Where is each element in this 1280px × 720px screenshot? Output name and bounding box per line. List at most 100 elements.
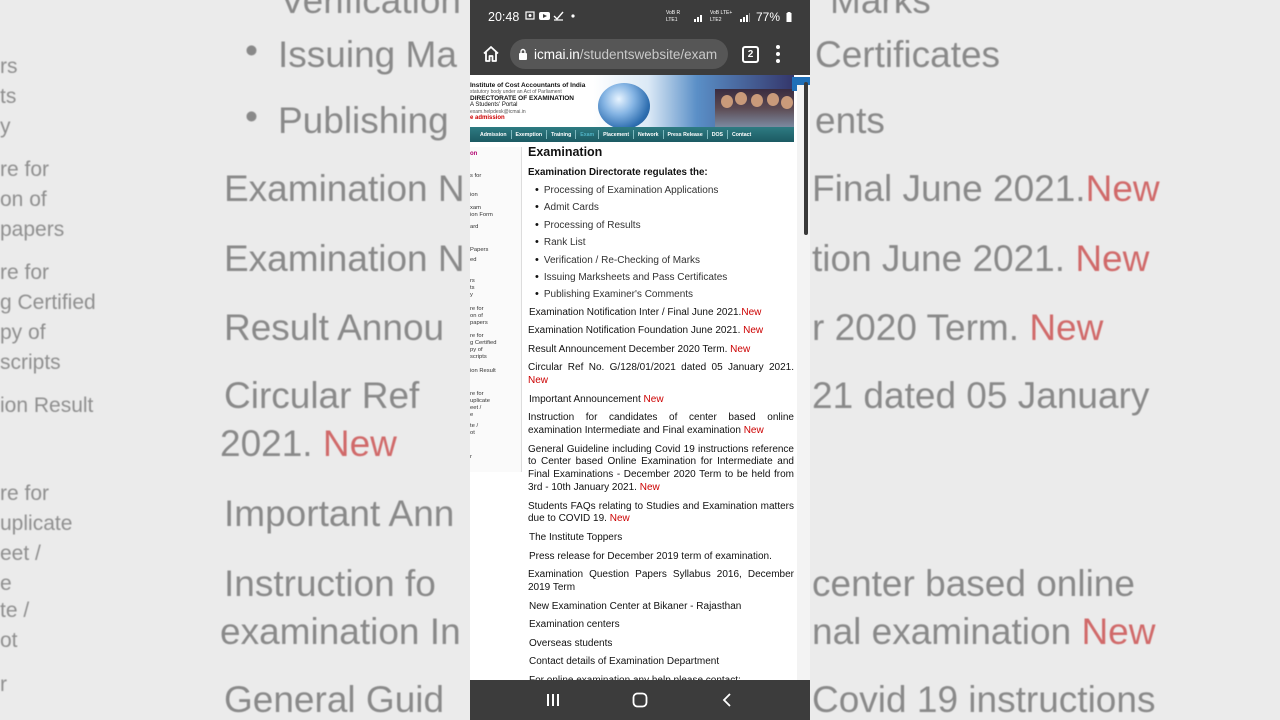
sidebar-item[interactable]: ot <box>470 430 475 437</box>
sidebar-item[interactable]: xam <box>470 205 481 212</box>
nav-dos[interactable]: DOS <box>708 132 727 138</box>
link-text[interactable]: Press release for December 2019 term of … <box>529 551 772 562</box>
announcement-link[interactable]: Students FAQs relating to Studies and Ex… <box>528 498 794 529</box>
link-text[interactable]: Examination Question Papers Syllabus 201… <box>528 569 794 593</box>
announcement-link[interactable]: For online examination any help please c… <box>528 672 794 680</box>
link-text[interactable]: New Examination Center at Bikaner - Raja… <box>529 601 741 612</box>
sidebar-item[interactable]: py of <box>470 347 483 354</box>
sidebar-item[interactable]: re for <box>470 391 484 398</box>
list-item: Admit Cards <box>535 199 794 216</box>
bg-top-text: Marks <box>830 0 931 21</box>
bg-line: nal examination New <box>812 609 1155 655</box>
page-title: Examination <box>528 145 603 159</box>
sidebar-item[interactable]: ard <box>470 224 478 231</box>
sidebar-item[interactable]: papers <box>470 320 488 327</box>
bg-frag: ot <box>0 629 18 652</box>
bg-frag: on of <box>0 188 47 211</box>
sidebar-item[interactable]: rs <box>470 278 475 285</box>
announcement-link[interactable]: Press release for December 2019 term of … <box>528 548 794 567</box>
address-bar[interactable]: icmai.in/studentswebsite/exam <box>510 39 728 69</box>
announcement-link[interactable]: General Guideline including Covid 19 ins… <box>528 441 794 498</box>
bg-frag: ion Result <box>0 394 94 417</box>
bg-frag: papers <box>0 218 65 241</box>
list-item: Verification / Re-Checking of Marks <box>535 252 794 269</box>
link-text[interactable]: General Guideline including Covid 19 ins… <box>528 444 794 493</box>
scrollbar-thumb[interactable] <box>804 82 808 235</box>
announcement-link[interactable]: Result Announcement December 2020 Term. … <box>528 341 794 360</box>
sidebar-item[interactable]: y <box>470 292 473 299</box>
announcement-link[interactable]: Contact details of Examination Departmen… <box>528 653 794 672</box>
bg-top-text: Verification <box>280 0 461 21</box>
sidebar-item[interactable]: ion <box>470 192 478 199</box>
announcement-link[interactable]: Circular Ref No. G/128/01/2021 dated 05 … <box>528 359 794 390</box>
sidebar-item[interactable]: Papers <box>470 247 488 254</box>
sidebar-item[interactable]: ion Result <box>470 368 496 375</box>
announcement-link[interactable]: Instruction for candidates of center bas… <box>528 409 794 440</box>
sidebar-item[interactable]: eet / <box>470 405 481 412</box>
home-icon[interactable] <box>480 43 502 65</box>
nav-placement[interactable]: Placement <box>599 132 633 138</box>
sidebar-item[interactable]: scripts <box>470 354 487 361</box>
link-text[interactable]: Overseas students <box>529 638 612 649</box>
list-item: Publishing Examiner's Comments <box>535 286 794 303</box>
recent-apps-icon[interactable] <box>538 685 568 715</box>
announcement-link[interactable]: Examination Question Papers Syllabus 201… <box>528 566 794 597</box>
link-text[interactable]: Examination centers <box>529 619 620 630</box>
sidebar-item[interactable]: ion Form <box>470 212 493 219</box>
nav-network[interactable]: Network <box>634 132 662 138</box>
menu-icon[interactable] <box>775 44 781 65</box>
sidebar-item[interactable]: ts <box>470 285 475 292</box>
bg-frag: rs <box>0 55 18 78</box>
background-left: Verification • Issuing Ma • Publishing r… <box>0 0 470 720</box>
home-button-icon[interactable] <box>625 685 655 715</box>
announcement-link[interactable]: The Institute Toppers <box>528 529 794 548</box>
announcement-link[interactable]: Examination centers <box>528 616 794 635</box>
nav-exam[interactable]: Exam <box>576 132 598 138</box>
announcement-link[interactable]: Examination Notification Inter / Final J… <box>528 304 794 323</box>
system-nav-bar <box>470 680 810 720</box>
nav-contact[interactable]: Contact <box>728 132 755 138</box>
students-image <box>715 89 794 127</box>
globe-image <box>598 83 650 129</box>
tab-switcher-button[interactable]: 2 <box>742 45 759 63</box>
sidebar-item[interactable]: on of <box>470 313 483 320</box>
url-domain: icmai.in <box>534 46 580 62</box>
announcement-link[interactable]: Important Announcement New <box>528 391 794 410</box>
back-icon[interactable] <box>712 685 742 715</box>
link-text[interactable]: Result Announcement December 2020 Term. <box>528 344 730 355</box>
banner-admission-link[interactable]: e admission <box>470 115 585 121</box>
sidebar-item[interactable]: e <box>470 412 473 419</box>
sidebar-item[interactable]: ed <box>470 257 476 264</box>
sidebar-item[interactable]: re for <box>470 333 484 340</box>
list-item: Processing of Examination Applications <box>535 182 794 199</box>
nav-press-release[interactable]: Press Release <box>664 132 707 138</box>
link-text[interactable]: Circular Ref No. G/128/01/2021 dated 05 … <box>528 362 794 373</box>
bg-new: New <box>322 423 397 464</box>
bg-new: New <box>1085 168 1160 209</box>
bg-text: r 2020 Term. <box>812 307 1020 348</box>
bg-frag: ts <box>0 85 17 108</box>
link-text[interactable]: The Institute Toppers <box>529 532 622 543</box>
link-text[interactable]: Examination Notification Foundation June… <box>528 325 743 336</box>
link-text[interactable]: Contact details of Examination Departmen… <box>529 656 719 667</box>
notification-icon <box>525 10 575 21</box>
sidebar-item[interactable]: uplicate <box>470 398 490 405</box>
sidebar-item[interactable]: te / <box>470 423 478 430</box>
link-text[interactable]: Examination Notification Inter / Final J… <box>529 307 741 318</box>
nav-exemption[interactable]: Exemption <box>512 132 547 138</box>
bg-new: New <box>1081 611 1156 652</box>
bg-bullet-text: Issuing Ma <box>278 34 457 75</box>
announcement-link[interactable]: Overseas students <box>528 635 794 654</box>
sidebar-item[interactable]: r <box>470 454 472 461</box>
bg-frag: y <box>0 115 11 138</box>
link-text[interactable]: Important Announcement <box>529 394 644 405</box>
sidebar-item[interactable]: g Certified <box>470 340 496 347</box>
sidebar-item[interactable]: s for <box>470 173 481 180</box>
nav-training[interactable]: Training <box>547 132 575 138</box>
status-time: 20:48 <box>488 9 520 24</box>
nav-admission[interactable]: Admission <box>476 132 511 138</box>
link-text[interactable]: Students FAQs relating to Studies and Ex… <box>528 501 794 525</box>
announcement-link[interactable]: Examination Notification Foundation June… <box>528 322 794 341</box>
announcement-link[interactable]: New Examination Center at Bikaner - Raja… <box>528 598 794 617</box>
sidebar-item[interactable]: re for <box>470 306 484 313</box>
